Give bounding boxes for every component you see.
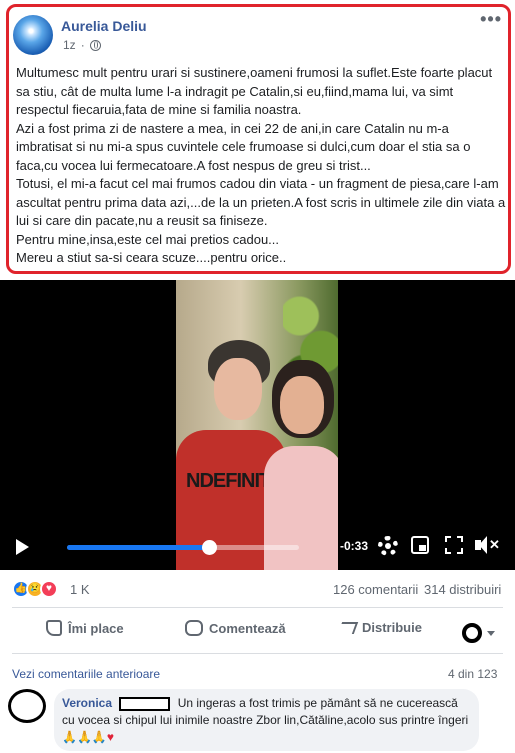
post-paragraph: Pentru mine,insa,este cel mai pretios ca… [16,231,280,247]
comment-label: Comentează [209,620,286,636]
account-avatar-icon[interactable] [462,623,482,643]
comment-bubble: Veronica Un ingeras a fost trimis pe păm… [54,689,479,751]
video-progress-bar[interactable] [67,540,299,555]
divider [12,607,503,608]
post-paragraph: Multumesc mult pentru urari si sustinere… [16,65,493,117]
shares-count[interactable]: 314 distribuiri [424,582,501,597]
video-person-son: NDEFINIT [176,340,286,570]
post-highlight-box: Aurelia Deliu 1z · ••• Multumesc mult pe… [6,4,511,274]
author-name[interactable]: Aurelia Deliu [61,18,147,34]
thumbs-up-icon [46,620,62,636]
shirt-text: NDEFINIT [186,470,271,492]
gear-icon[interactable] [378,536,398,556]
commenter-avatar[interactable] [8,689,46,723]
author-avatar[interactable] [13,15,53,55]
fullscreen-icon[interactable] [445,536,463,554]
post-text: Multumesc mult pentru urari si sustinere… [16,64,506,268]
pray-emoji: 🙏🙏🙏 [62,730,107,744]
share-icon [337,621,359,634]
post-paragraph: Mereu a stiut sa-si ceara scuze....pentr… [16,250,287,265]
divider [12,653,503,654]
video-time-remaining: -0:33 [340,539,369,553]
share-label: Distribuie [362,620,422,635]
commenter-name[interactable]: Veronica [62,696,112,710]
heart-icon: ♥ [106,730,114,744]
video-progress-fill [67,545,209,550]
like-button[interactable]: Îmi place [46,620,124,636]
comments-count[interactable]: 126 comentarii [333,582,418,597]
chevron-down-icon[interactable] [487,631,495,636]
video-progress-handle[interactable] [201,540,217,555]
post-paragraph: Azi a fost prima zi de nastere a mea, in… [16,120,471,173]
picture-in-picture-icon[interactable] [411,536,429,554]
love-icon: ♥ [40,580,58,598]
comment-position: 4 din 123 [448,667,498,681]
post-meta: 1z · [63,38,101,52]
post-stats: 👍 😢 ♥ 1 K 126 comentarii 314 distribuiri [0,578,515,602]
redacted-name-box [119,696,171,711]
post-time[interactable]: 1z [63,38,76,52]
comment-button[interactable]: Comentează [185,620,286,636]
video-person-mother [264,360,338,570]
comment-icon [185,620,203,636]
reaction-icons[interactable]: 👍 😢 ♥ [12,580,58,598]
play-icon[interactable] [16,539,29,555]
video-frame[interactable]: NDEFINIT [176,280,338,570]
video-player[interactable]: NDEFINIT -0:33 ✕ [0,280,515,570]
reaction-count[interactable]: 1 K [70,582,90,597]
share-button[interactable]: Distribuie [337,620,422,635]
globe-icon[interactable] [89,39,101,51]
like-label: Îmi place [68,620,124,636]
post-paragraph: Totusi, el mi-a facut cel mai frumos cad… [16,176,506,228]
mute-icon[interactable]: ✕ [475,536,500,554]
post-actions: Îmi place Comentează Distribuie [0,612,515,648]
more-horizontal-icon[interactable]: ••• [480,9,502,30]
view-previous-comments-link[interactable]: Vezi comentariile anterioare [12,667,160,681]
